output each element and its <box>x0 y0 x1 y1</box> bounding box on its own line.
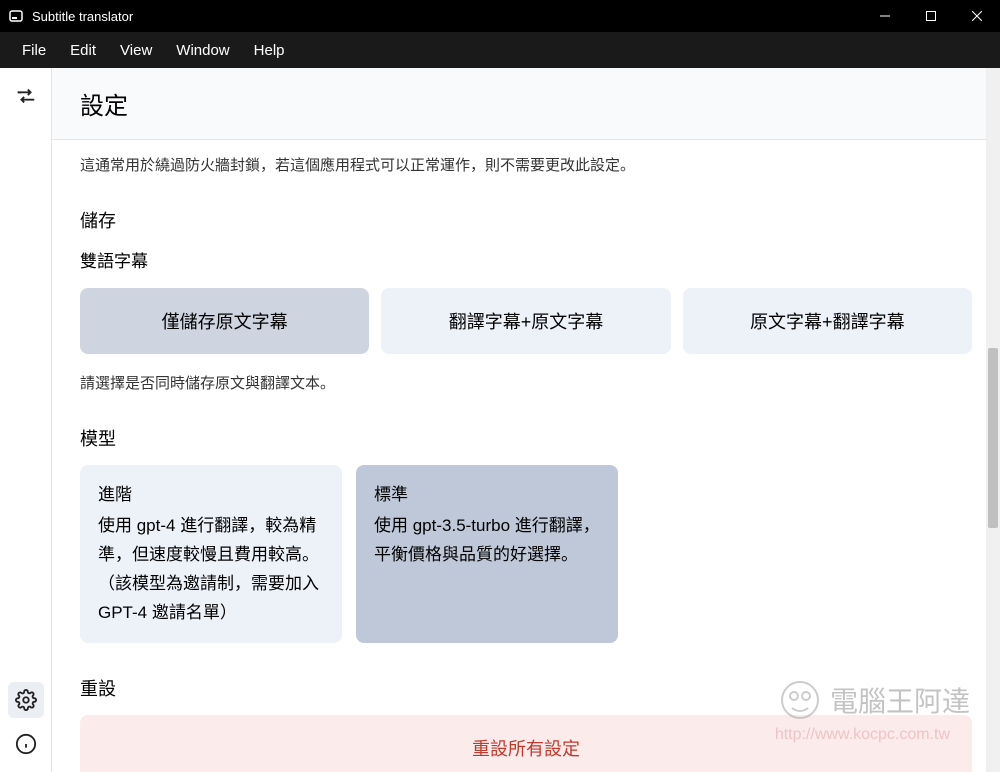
model-standard-desc: 使用 gpt-3.5-turbo 進行翻譯，平衡價格與品質的好選擇。 <box>374 512 600 570</box>
reset-all-button[interactable]: 重設所有設定 <box>80 715 972 772</box>
left-sidebar <box>0 68 52 772</box>
bilingual-subtitle-label: 雙語字幕 <box>80 247 972 272</box>
model-section: 模型 進階 使用 gpt-4 進行翻譯，較為精準，但速度較慢且費用較高。（該模型… <box>80 425 972 643</box>
window-controls <box>862 0 1000 32</box>
window-title: Subtitle translator <box>32 9 862 24</box>
storage-options: 僅儲存原文字幕 翻譯字幕+原文字幕 原文字幕+翻譯字幕 <box>80 288 972 354</box>
minimize-button[interactable] <box>862 0 908 32</box>
scrollbar-thumb[interactable] <box>988 348 998 528</box>
model-title: 模型 <box>80 425 972 451</box>
app-icon <box>8 8 24 24</box>
storage-option-translated-first[interactable]: 翻譯字幕+原文字幕 <box>381 288 670 354</box>
scrollbar[interactable] <box>986 68 1000 772</box>
titlebar: Subtitle translator <box>0 0 1000 32</box>
settings-scroll[interactable]: 儲存 雙語字幕 僅儲存原文字幕 翻譯字幕+原文字幕 原文字幕+翻譯字幕 請選擇是… <box>52 175 1000 772</box>
menu-view[interactable]: View <box>108 36 164 65</box>
model-card-advanced[interactable]: 進階 使用 gpt-4 進行翻譯，較為精準，但速度較慢且費用較高。（該模型為邀請… <box>80 465 342 643</box>
storage-section: 儲存 雙語字幕 僅儲存原文字幕 翻譯字幕+原文字幕 原文字幕+翻譯字幕 請選擇是… <box>80 207 972 393</box>
menu-file[interactable]: File <box>10 36 58 65</box>
close-button[interactable] <box>954 0 1000 32</box>
menubar: File Edit View Window Help <box>0 32 1000 68</box>
reset-section: 重設 重設所有設定 <box>80 675 972 772</box>
storage-title: 儲存 <box>80 207 972 233</box>
model-options: 進階 使用 gpt-4 進行翻譯，較為精準，但速度較慢且費用較高。（該模型為邀請… <box>80 465 972 643</box>
info-icon[interactable] <box>8 726 44 762</box>
reset-title: 重設 <box>80 675 972 701</box>
storage-helper: 請選擇是否同時儲存原文與翻譯文本。 <box>80 372 972 393</box>
model-advanced-desc: 使用 gpt-4 進行翻譯，較為精準，但速度較慢且費用較高。（該模型為邀請制，需… <box>98 512 324 628</box>
menu-edit[interactable]: Edit <box>58 36 108 65</box>
content-area: 設定 這通常用於繞過防火牆封鎖，若這個應用程式可以正常運作，則不需要更改此設定。… <box>52 68 1000 772</box>
model-card-standard[interactable]: 標準 使用 gpt-3.5-turbo 進行翻譯，平衡價格與品質的好選擇。 <box>356 465 618 643</box>
settings-icon[interactable] <box>8 682 44 718</box>
menu-window[interactable]: Window <box>164 36 241 65</box>
swap-icon[interactable] <box>8 78 44 114</box>
model-advanced-name: 進階 <box>98 481 324 510</box>
maximize-button[interactable] <box>908 0 954 32</box>
storage-option-original-first[interactable]: 原文字幕+翻譯字幕 <box>683 288 972 354</box>
page-title: 設定 <box>52 68 1000 140</box>
firewall-hint: 這通常用於繞過防火牆封鎖，若這個應用程式可以正常運作，則不需要更改此設定。 <box>52 140 1000 175</box>
menu-help[interactable]: Help <box>242 36 297 65</box>
model-standard-name: 標準 <box>374 481 600 510</box>
storage-option-original-only[interactable]: 僅儲存原文字幕 <box>80 288 369 354</box>
